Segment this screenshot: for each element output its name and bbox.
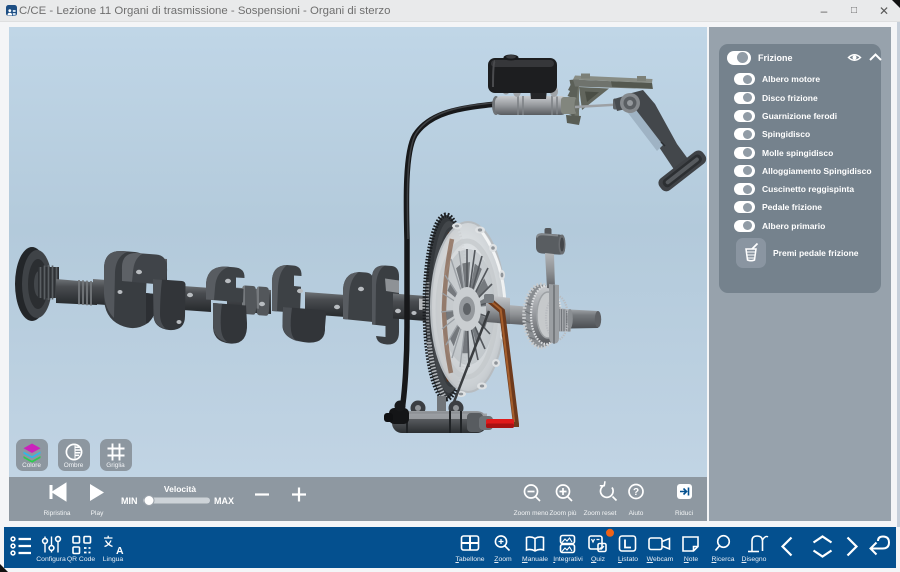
svg-text:Velocità: Velocità [164, 484, 196, 494]
svg-text:?: ? [633, 487, 639, 498]
svg-text:MAX: MAX [214, 496, 234, 506]
svg-text:MIN: MIN [121, 496, 138, 506]
